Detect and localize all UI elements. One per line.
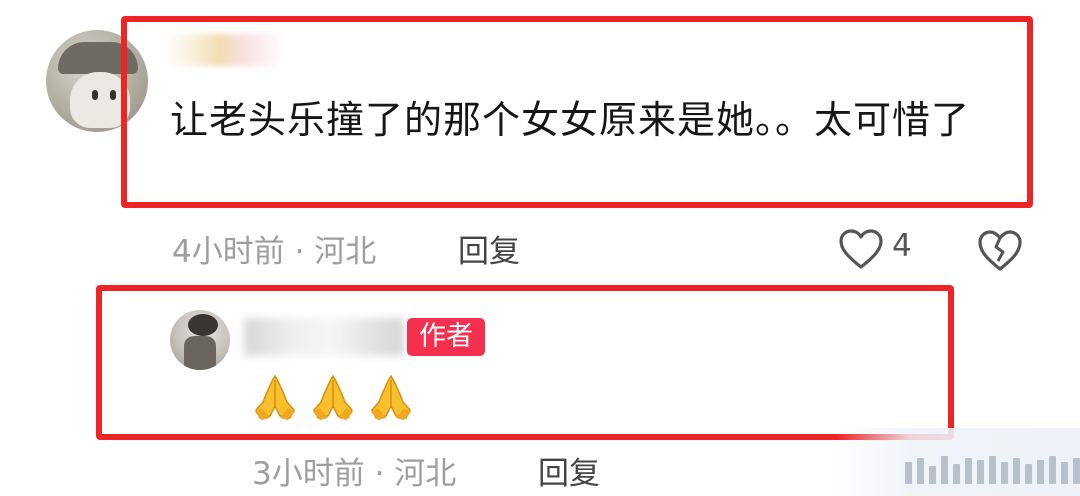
watermark-logo (905, 456, 1080, 484)
reply-text (250, 372, 416, 422)
author-name-blurred[interactable] (244, 318, 404, 356)
reply-time-location: 3小时前 · 河北 (252, 456, 457, 492)
heart-outline-icon[interactable] (838, 228, 884, 270)
comment-reply-button[interactable]: 回复 (458, 226, 520, 271)
comment-time-location: 4小时前 · 河北 (172, 234, 377, 270)
highlight-box-reply (96, 285, 954, 440)
comment-text: 让老头乐撞了的那个女女原来是她。。太可惜了 (170, 98, 971, 142)
author-avatar[interactable] (170, 310, 230, 370)
folded-hands-emoji (371, 374, 411, 420)
author-badge: 作者 (407, 318, 485, 356)
folded-hands-emoji (313, 374, 353, 420)
broken-heart-icon[interactable] (976, 228, 1024, 272)
like-count: 4 (892, 228, 912, 264)
reply-reply-button[interactable]: 回复 (538, 448, 600, 493)
folded-hands-emoji (255, 374, 295, 420)
